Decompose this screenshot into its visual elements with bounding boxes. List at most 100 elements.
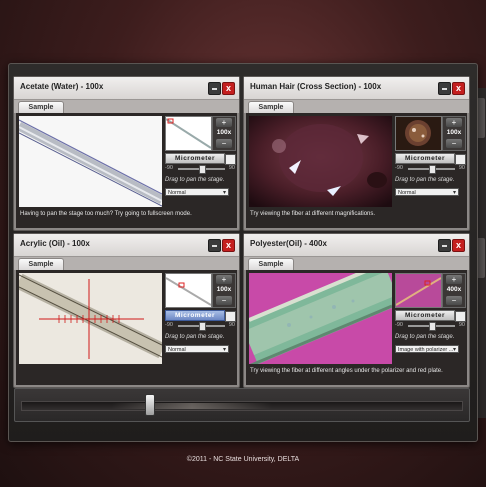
microscope-viewer[interactable] (19, 116, 162, 207)
close-icon[interactable]: x (222, 82, 235, 95)
panel-header: Human Hair (Cross Section) - 100x x (244, 77, 469, 100)
micrometer-button[interactable]: Micrometer (395, 153, 466, 165)
micrometer-button[interactable]: Micrometer (165, 310, 236, 322)
minimize-icon[interactable] (438, 82, 451, 95)
zoom-control: + 400x − (442, 273, 466, 308)
timeline-handle[interactable] (145, 394, 155, 416)
panel-title: Acrylic (Oil) - 100x (20, 239, 90, 248)
panel-title: Acetate (Water) - 100x (20, 82, 104, 91)
fiber-image-acrylic (19, 273, 162, 364)
panel-title: Human Hair (Cross Section) - 100x (250, 82, 382, 91)
slider-min-label: -90 (395, 165, 403, 171)
view-mode-select[interactable]: Normal (165, 345, 229, 353)
timeline-scrubber[interactable] (14, 388, 470, 422)
zoom-control: + 100x − (212, 273, 236, 308)
zoom-level: 400x (446, 286, 462, 293)
minimize-icon[interactable] (438, 239, 451, 252)
slider-min-label: -90 (165, 322, 173, 328)
micrometer-toggle-icon[interactable] (225, 154, 236, 165)
fiber-image-human-hair (249, 116, 392, 207)
slider-knob[interactable] (428, 322, 436, 331)
zoom-out-button[interactable]: − (446, 296, 462, 305)
zoom-control: + 100x − (212, 116, 236, 151)
micrometer-label: Micrometer (404, 155, 446, 162)
zoom-out-button[interactable]: − (216, 296, 232, 305)
zoom-level: 100x (446, 129, 462, 136)
micrometer-toggle-icon[interactable] (455, 154, 466, 165)
zoom-level: 100x (216, 286, 232, 293)
micrometer-button[interactable]: Micrometer (165, 153, 236, 165)
timeline-highlight (112, 403, 272, 409)
panel-tip: Having to pan the stage too much? Try go… (20, 211, 192, 217)
slider-knob[interactable] (198, 165, 206, 174)
close-icon[interactable]: x (452, 82, 465, 95)
tab-bar: Sample (244, 257, 469, 271)
zoom-in-button[interactable]: + (446, 118, 462, 127)
panel-header: Acetate (Water) - 100x x (14, 77, 239, 100)
zoom-in-button[interactable]: + (216, 275, 232, 284)
slider-min-label: -90 (165, 165, 173, 171)
panel-tip: Try viewing the fiber at different magni… (250, 211, 376, 217)
micrometer-label: Micrometer (174, 312, 216, 319)
fiber-image-polyester (249, 273, 392, 364)
minimize-icon[interactable] (208, 82, 221, 95)
drag-hint: Drag to pan the stage. (395, 177, 455, 183)
thumbnail-overview[interactable] (165, 116, 212, 151)
micrometer-label: Micrometer (404, 312, 446, 319)
slider-max-label: 90 (458, 165, 465, 171)
zoom-control: + 100x − (442, 116, 466, 151)
drag-hint: Drag to pan the stage. (165, 177, 225, 183)
panel-body: + 400x − Micrometer -90 90 Drag to pan t… (246, 270, 467, 385)
microscope-viewer[interactable] (249, 273, 392, 364)
panel-tip: Try viewing the fiber at different angle… (250, 368, 443, 374)
rotation-slider[interactable]: -90 90 (165, 322, 235, 331)
tab-bar: Sample (244, 100, 469, 114)
close-icon[interactable]: x (222, 239, 235, 252)
view-mode-select[interactable]: Image with polarizer ... (395, 345, 459, 353)
zoom-out-button[interactable]: − (446, 139, 462, 148)
panel-title: Polyester(Oil) - 400x (250, 239, 327, 248)
sample-panel-human-hair: Human Hair (Cross Section) - 100x x Samp… (243, 76, 470, 231)
panel-header: Polyester(Oil) - 400x x (244, 234, 469, 257)
micrometer-button[interactable]: Micrometer (395, 310, 466, 322)
slider-knob[interactable] (198, 322, 206, 331)
drag-hint: Drag to pan the stage. (395, 334, 455, 340)
thumbnail-overview[interactable] (165, 273, 212, 308)
slider-max-label: 90 (458, 322, 465, 328)
copyright-footer: ©2011 - NC State University, DELTA (186, 456, 300, 463)
sample-panel-acrylic: Acrylic (Oil) - 100x x Sample + 100x − M… (13, 233, 240, 388)
micrometer-toggle-icon[interactable] (225, 311, 236, 322)
minimize-icon[interactable] (208, 239, 221, 252)
slider-max-label: 90 (228, 322, 235, 328)
microscope-viewer[interactable] (249, 116, 392, 207)
micrometer-toggle-icon[interactable] (455, 311, 466, 322)
panel-body: + 100x − Micrometer -90 90 Drag to pan t… (16, 113, 237, 228)
panel-body: + 100x − Micrometer -90 90 Drag to pan t… (16, 270, 237, 385)
tab-bar: Sample (14, 257, 239, 271)
view-mode-select[interactable]: Normal (165, 188, 229, 196)
rotation-slider[interactable]: -90 90 (395, 322, 465, 331)
zoom-in-button[interactable]: + (446, 275, 462, 284)
zoom-out-button[interactable]: − (216, 139, 232, 148)
zoom-in-button[interactable]: + (216, 118, 232, 127)
micrometer-label: Micrometer (174, 155, 216, 162)
timeline-track (21, 401, 463, 411)
microscope-viewer[interactable] (19, 273, 162, 364)
sample-panel-acetate: Acetate (Water) - 100x x Sample + 100x −… (13, 76, 240, 231)
panel-header: Acrylic (Oil) - 100x x (14, 234, 239, 257)
thumbnail-overview[interactable] (395, 116, 442, 151)
slider-max-label: 90 (228, 165, 235, 171)
fiber-image-acetate (19, 116, 162, 207)
slider-knob[interactable] (428, 165, 436, 174)
close-icon[interactable]: x (452, 239, 465, 252)
panel-body: + 100x − Micrometer -90 90 Drag to pan t… (246, 113, 467, 228)
thumbnail-overview[interactable] (395, 273, 442, 308)
view-mode-select[interactable]: Normal (395, 188, 459, 196)
slider-min-label: -90 (395, 322, 403, 328)
drag-hint: Drag to pan the stage. (165, 334, 225, 340)
sample-panel-polyester: Polyester(Oil) - 400x x Sample + 400x − … (243, 233, 470, 388)
rotation-slider[interactable]: -90 90 (165, 165, 235, 174)
zoom-level: 100x (216, 129, 232, 136)
tab-bar: Sample (14, 100, 239, 114)
rotation-slider[interactable]: -90 90 (395, 165, 465, 174)
